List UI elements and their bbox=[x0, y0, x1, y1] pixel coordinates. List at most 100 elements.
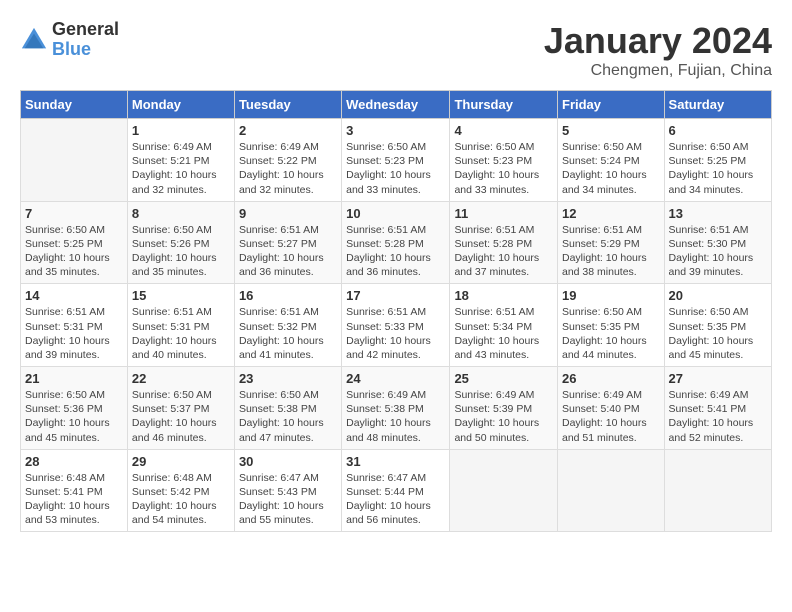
page-header: General Blue January 2024 Chengmen, Fuji… bbox=[20, 20, 772, 80]
calendar-cell: 25 Sunrise: 6:49 AM Sunset: 5:39 PM Dayli… bbox=[450, 367, 558, 450]
day-number: 25 bbox=[454, 371, 553, 386]
calendar-cell: 7 Sunrise: 6:50 AM Sunset: 5:25 PM Daylig… bbox=[21, 201, 128, 284]
day-number: 13 bbox=[669, 206, 767, 221]
month-title: January 2024 bbox=[544, 20, 772, 62]
calendar-cell: 28Sunrise: 6:48 AM Sunset: 5:41 PM Dayli… bbox=[21, 449, 128, 532]
calendar-cell: 16Sunrise: 6:51 AM Sunset: 5:32 PM Dayli… bbox=[234, 284, 341, 367]
calendar-cell: 19 Sunrise: 6:50 AM Sunset: 5:35 PM Dayli… bbox=[558, 284, 665, 367]
day-info: Sunrise: 6:51 AM Sunset: 5:34 PM Dayligh… bbox=[454, 305, 553, 362]
day-info: Sunrise: 6:51 AM Sunset: 5:30 PM Dayligh… bbox=[669, 223, 767, 280]
day-info: Sunrise: 6:49 AM Sunset: 5:21 PM Dayligh… bbox=[132, 140, 230, 197]
day-info: Sunrise: 6:50 AM Sunset: 5:23 PM Dayligh… bbox=[346, 140, 445, 197]
calendar-cell: 12 Sunrise: 6:51 AM Sunset: 5:29 PM Dayli… bbox=[558, 201, 665, 284]
day-number: 15 bbox=[132, 288, 230, 303]
logo-line2: Blue bbox=[52, 40, 119, 60]
day-info: Sunrise: 6:51 AM Sunset: 5:27 PM Dayligh… bbox=[239, 223, 337, 280]
calendar-cell: 8 Sunrise: 6:50 AM Sunset: 5:26 PM Daylig… bbox=[127, 201, 234, 284]
calendar-cell bbox=[21, 119, 128, 202]
logo-text: General Blue bbox=[52, 20, 119, 60]
calendar-week-row: 21Sunrise: 6:50 AM Sunset: 5:36 PM Dayli… bbox=[21, 367, 772, 450]
day-number: 26 bbox=[562, 371, 660, 386]
day-number: 12 bbox=[562, 206, 660, 221]
day-info: Sunrise: 6:51 AM Sunset: 5:29 PM Dayligh… bbox=[562, 223, 660, 280]
calendar-cell: 6Sunrise: 6:50 AM Sunset: 5:25 PM Daylig… bbox=[664, 119, 771, 202]
day-number: 20 bbox=[669, 288, 767, 303]
day-info: Sunrise: 6:50 AM Sunset: 5:37 PM Dayligh… bbox=[132, 388, 230, 445]
day-info: Sunrise: 6:51 AM Sunset: 5:33 PM Dayligh… bbox=[346, 305, 445, 362]
day-info: Sunrise: 6:50 AM Sunset: 5:23 PM Dayligh… bbox=[454, 140, 553, 197]
weekday-header-wednesday: Wednesday bbox=[342, 91, 450, 119]
day-number: 4 bbox=[454, 123, 553, 138]
day-number: 9 bbox=[239, 206, 337, 221]
day-info: Sunrise: 6:50 AM Sunset: 5:24 PM Dayligh… bbox=[562, 140, 660, 197]
location-subtitle: Chengmen, Fujian, China bbox=[544, 62, 772, 80]
day-info: Sunrise: 6:49 AM Sunset: 5:38 PM Dayligh… bbox=[346, 388, 445, 445]
calendar-cell: 22 Sunrise: 6:50 AM Sunset: 5:37 PM Dayli… bbox=[127, 367, 234, 450]
logo-icon bbox=[20, 26, 48, 54]
day-info: Sunrise: 6:51 AM Sunset: 5:31 PM Dayligh… bbox=[25, 305, 123, 362]
calendar-cell: 10 Sunrise: 6:51 AM Sunset: 5:28 PM Dayli… bbox=[342, 201, 450, 284]
calendar-cell: 11 Sunrise: 6:51 AM Sunset: 5:28 PM Dayli… bbox=[450, 201, 558, 284]
calendar-week-row: 1Sunrise: 6:49 AM Sunset: 5:21 PM Daylig… bbox=[21, 119, 772, 202]
calendar-week-row: 14Sunrise: 6:51 AM Sunset: 5:31 PM Dayli… bbox=[21, 284, 772, 367]
day-number: 8 bbox=[132, 206, 230, 221]
day-number: 19 bbox=[562, 288, 660, 303]
day-info: Sunrise: 6:48 AM Sunset: 5:41 PM Dayligh… bbox=[25, 471, 123, 528]
day-number: 23 bbox=[239, 371, 337, 386]
calendar-cell: 21Sunrise: 6:50 AM Sunset: 5:36 PM Dayli… bbox=[21, 367, 128, 450]
weekday-header-row: SundayMondayTuesdayWednesdayThursdayFrid… bbox=[21, 91, 772, 119]
day-info: Sunrise: 6:49 AM Sunset: 5:40 PM Dayligh… bbox=[562, 388, 660, 445]
day-number: 10 bbox=[346, 206, 445, 221]
day-number: 7 bbox=[25, 206, 123, 221]
calendar-cell: 1Sunrise: 6:49 AM Sunset: 5:21 PM Daylig… bbox=[127, 119, 234, 202]
day-info: Sunrise: 6:51 AM Sunset: 5:31 PM Dayligh… bbox=[132, 305, 230, 362]
logo-line1: General bbox=[52, 20, 119, 40]
weekday-header-sunday: Sunday bbox=[21, 91, 128, 119]
day-info: Sunrise: 6:49 AM Sunset: 5:39 PM Dayligh… bbox=[454, 388, 553, 445]
day-info: Sunrise: 6:48 AM Sunset: 5:42 PM Dayligh… bbox=[132, 471, 230, 528]
calendar-week-row: 28Sunrise: 6:48 AM Sunset: 5:41 PM Dayli… bbox=[21, 449, 772, 532]
day-number: 22 bbox=[132, 371, 230, 386]
calendar-cell: 23 Sunrise: 6:50 AM Sunset: 5:38 PM Dayli… bbox=[234, 367, 341, 450]
day-number: 16 bbox=[239, 288, 337, 303]
calendar-cell bbox=[664, 449, 771, 532]
day-number: 3 bbox=[346, 123, 445, 138]
calendar-cell: 2Sunrise: 6:49 AM Sunset: 5:22 PM Daylig… bbox=[234, 119, 341, 202]
day-info: Sunrise: 6:50 AM Sunset: 5:25 PM Dayligh… bbox=[25, 223, 123, 280]
weekday-header-tuesday: Tuesday bbox=[234, 91, 341, 119]
calendar-cell: 17 Sunrise: 6:51 AM Sunset: 5:33 PM Dayli… bbox=[342, 284, 450, 367]
day-info: Sunrise: 6:50 AM Sunset: 5:26 PM Dayligh… bbox=[132, 223, 230, 280]
calendar-cell: 14Sunrise: 6:51 AM Sunset: 5:31 PM Dayli… bbox=[21, 284, 128, 367]
weekday-header-friday: Friday bbox=[558, 91, 665, 119]
calendar-table: SundayMondayTuesdayWednesdayThursdayFrid… bbox=[20, 90, 772, 532]
calendar-cell bbox=[450, 449, 558, 532]
logo: General Blue bbox=[20, 20, 119, 60]
day-info: Sunrise: 6:50 AM Sunset: 5:35 PM Dayligh… bbox=[669, 305, 767, 362]
calendar-cell: 30Sunrise: 6:47 AM Sunset: 5:43 PM Dayli… bbox=[234, 449, 341, 532]
calendar-cell: 29Sunrise: 6:48 AM Sunset: 5:42 PM Dayli… bbox=[127, 449, 234, 532]
title-area: January 2024 Chengmen, Fujian, China bbox=[544, 20, 772, 80]
calendar-cell: 26 Sunrise: 6:49 AM Sunset: 5:40 PM Dayli… bbox=[558, 367, 665, 450]
day-number: 6 bbox=[669, 123, 767, 138]
calendar-cell: 5 Sunrise: 6:50 AM Sunset: 5:24 PM Daylig… bbox=[558, 119, 665, 202]
day-info: Sunrise: 6:50 AM Sunset: 5:38 PM Dayligh… bbox=[239, 388, 337, 445]
day-number: 5 bbox=[562, 123, 660, 138]
day-number: 31 bbox=[346, 454, 445, 469]
calendar-cell bbox=[558, 449, 665, 532]
calendar-cell: 13 Sunrise: 6:51 AM Sunset: 5:30 PM Dayli… bbox=[664, 201, 771, 284]
calendar-cell: 9 Sunrise: 6:51 AM Sunset: 5:27 PM Daylig… bbox=[234, 201, 341, 284]
calendar-cell: 20 Sunrise: 6:50 AM Sunset: 5:35 PM Dayli… bbox=[664, 284, 771, 367]
day-number: 2 bbox=[239, 123, 337, 138]
calendar-week-row: 7 Sunrise: 6:50 AM Sunset: 5:25 PM Daylig… bbox=[21, 201, 772, 284]
day-number: 17 bbox=[346, 288, 445, 303]
calendar-cell: 24 Sunrise: 6:49 AM Sunset: 5:38 PM Dayli… bbox=[342, 367, 450, 450]
day-info: Sunrise: 6:51 AM Sunset: 5:28 PM Dayligh… bbox=[454, 223, 553, 280]
weekday-header-monday: Monday bbox=[127, 91, 234, 119]
day-number: 24 bbox=[346, 371, 445, 386]
day-number: 27 bbox=[669, 371, 767, 386]
day-info: Sunrise: 6:50 AM Sunset: 5:35 PM Dayligh… bbox=[562, 305, 660, 362]
day-info: Sunrise: 6:47 AM Sunset: 5:43 PM Dayligh… bbox=[239, 471, 337, 528]
day-number: 11 bbox=[454, 206, 553, 221]
day-info: Sunrise: 6:51 AM Sunset: 5:28 PM Dayligh… bbox=[346, 223, 445, 280]
day-info: Sunrise: 6:50 AM Sunset: 5:36 PM Dayligh… bbox=[25, 388, 123, 445]
